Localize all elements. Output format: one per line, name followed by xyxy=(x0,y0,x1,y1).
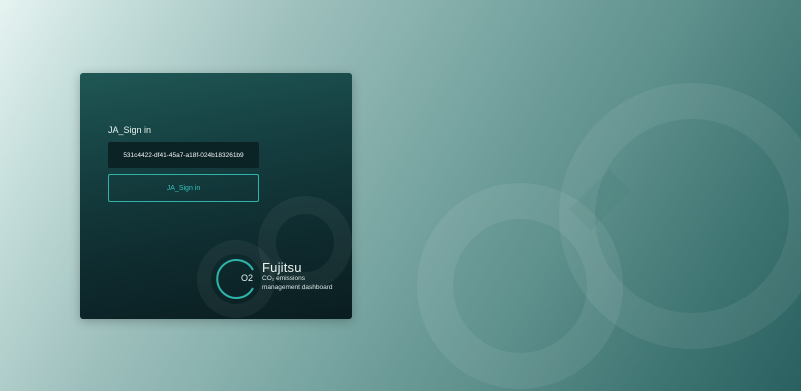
o2-label: O2 xyxy=(241,273,254,283)
brand-subtitle-line1: CO₂ emissions xyxy=(262,275,305,282)
signin-card: JA_Sign in JA_Sign in O2 Fujitsu CO₂ emi… xyxy=(80,73,352,319)
brand-name: Fujitsu xyxy=(262,260,302,275)
signin-button[interactable]: JA_Sign in xyxy=(108,174,259,202)
id-input[interactable] xyxy=(108,142,259,168)
brand-subtitle-line2: management dashboard xyxy=(262,284,333,291)
signin-heading: JA_Sign in xyxy=(108,125,152,135)
